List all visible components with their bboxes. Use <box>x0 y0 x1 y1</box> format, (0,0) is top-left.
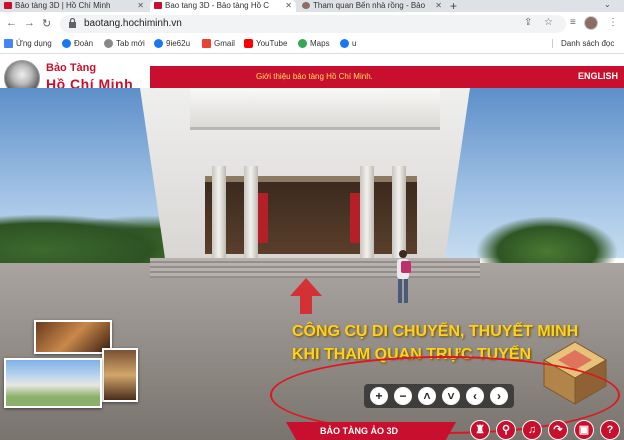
close-icon[interactable]: ✕ <box>435 0 442 12</box>
move-up-button[interactable]: ˄ <box>418 387 436 405</box>
tab-3-label: Tham quan Bến nhà rồng - Bảo <box>313 1 426 10</box>
column <box>392 166 406 258</box>
share-icon[interactable]: ↷ <box>548 420 568 440</box>
reading-list-icon[interactable]: ≡ <box>570 17 576 28</box>
navigation-controls: + − ˄ ˅ ‹ › <box>364 384 514 408</box>
menu-icon[interactable]: ⋮ <box>608 17 618 28</box>
lock-icon <box>69 18 76 28</box>
star-icon[interactable]: ☆ <box>544 17 553 28</box>
panorama-view[interactable]: CÔNG CỤ DI CHUYỂN, THUYẾT MINH KHI THAM … <box>0 88 624 440</box>
bookmark-u[interactable]: u <box>340 39 356 48</box>
tab-1-label: Bảo tàng 3D | Hồ Chí Minh <box>15 1 111 10</box>
move-down-button[interactable]: ˅ <box>442 387 460 405</box>
chevron-down-icon[interactable]: ⌄ <box>604 0 611 9</box>
tab-2[interactable]: Bao tang 3D - Bảo tàng Hồ C ✕ <box>150 0 296 12</box>
steps <box>150 258 480 278</box>
museum-entrance <box>205 176 417 254</box>
intro-link[interactable]: Giới thiệu bảo tàng Hồ Chí Minh. <box>256 72 373 81</box>
bookmark-label: YouTube <box>256 39 288 48</box>
close-icon[interactable]: ✕ <box>285 0 292 12</box>
reading-list[interactable]: Danh sách đọc <box>552 39 614 48</box>
tab-3[interactable]: Tham quan Bến nhà rồng - Bảo ✕ <box>298 0 446 12</box>
tab-strip: Bảo tàng 3D | Hồ Chí Minh ✕ Bao tang 3D … <box>0 0 624 13</box>
back-icon[interactable]: ← <box>6 17 17 29</box>
move-left-button[interactable]: ‹ <box>466 387 484 405</box>
apps-grid-icon <box>4 39 13 48</box>
url-text: baotang.hochiminh.vn <box>84 18 182 29</box>
column <box>360 166 374 258</box>
bookmark-label: Gmail <box>214 39 235 48</box>
tab-2-label: Bao tang 3D - Bảo tàng Hồ C <box>165 1 270 10</box>
museum-canopy <box>190 88 440 130</box>
link-icon[interactable]: ⚲ <box>496 420 516 440</box>
bookmark-9ie62u[interactable]: 9ie62u <box>154 39 190 48</box>
bookmark-label: 9ie62u <box>166 39 191 48</box>
zoom-out-button[interactable]: − <box>394 387 412 405</box>
promo-line1: CÔNG CỤ DI CHUYỂN, THUYẾT MINH <box>292 323 579 340</box>
forward-icon[interactable]: → <box>24 17 35 29</box>
logo-line1[interactable]: Bảo Tàng <box>46 62 96 74</box>
globe-icon <box>104 39 113 48</box>
bookmark-tab-moi[interactable]: Tab mới <box>104 39 145 48</box>
column <box>244 166 258 258</box>
facebook-icon <box>154 39 163 48</box>
facebook-icon <box>62 39 71 48</box>
zoom-in-button[interactable]: + <box>370 387 388 405</box>
fullscreen-icon[interactable]: ▣ <box>574 420 594 440</box>
red-banner <box>350 193 360 243</box>
avatar[interactable] <box>584 16 598 30</box>
visitor-figure <box>397 250 411 303</box>
bottom-toolbar: BẢO TÀNG ẢO 3D ♜ ⚲ ♫ ↷ ▣ ? <box>0 418 624 440</box>
music-icon[interactable]: ♫ <box>522 420 542 440</box>
thumbnail-interior[interactable] <box>34 320 112 354</box>
tab-1[interactable]: Bảo tàng 3D | Hồ Chí Minh ✕ <box>0 0 148 12</box>
site-favicon-icon <box>302 2 310 9</box>
bookmark-maps[interactable]: Maps <box>298 39 330 48</box>
narration-icon[interactable]: ♜ <box>470 420 490 440</box>
reload-icon[interactable]: ↻ <box>42 17 51 30</box>
share-icon[interactable]: ⇪ <box>524 17 532 28</box>
help-icon[interactable]: ? <box>600 420 620 440</box>
toolbar: ← → ↻ baotang.hochiminh.vn ⇪ ☆ ≡ ⋮ <box>0 12 624 36</box>
bookmark-doan[interactable]: Đoàn <box>62 39 93 48</box>
trees-right <box>470 213 624 268</box>
bookmark-label: Đoàn <box>74 39 94 48</box>
youtube-icon <box>244 39 253 48</box>
bookmark-label: Tab mới <box>116 39 145 48</box>
site-favicon-icon <box>154 2 162 9</box>
maps-icon <box>298 39 307 48</box>
bookmark-youtube[interactable]: YouTube <box>244 39 287 48</box>
close-icon[interactable]: ✕ <box>137 0 144 12</box>
bookmark-gmail[interactable]: Gmail <box>202 39 235 48</box>
english-link[interactable]: ENGLISH <box>578 71 618 81</box>
site-favicon-icon <box>4 2 12 9</box>
facebook-icon <box>340 39 349 48</box>
thumbnail-exhibit[interactable] <box>102 348 138 402</box>
bookmark-label: u <box>352 39 357 48</box>
browser-window: Bảo tàng 3D | Hồ Chí Minh ✕ Bao tang 3D … <box>0 0 624 440</box>
column <box>212 166 226 258</box>
bookmarks-bar: Ứng dụng Đoàn Tab mới 9ie62u Gmail YouTu… <box>0 36 624 54</box>
bookmark-label: Ứng dụng <box>16 39 52 48</box>
bookmark-label: Maps <box>310 39 330 48</box>
thumbnail-exterior[interactable] <box>4 358 102 408</box>
red-banner <box>258 193 268 243</box>
gmail-icon <box>202 39 211 48</box>
address-bar[interactable]: baotang.hochiminh.vn ⇪ ☆ <box>60 15 566 33</box>
virtual-museum-label: BẢO TÀNG ẢO 3D <box>286 422 456 440</box>
move-right-button[interactable]: › <box>490 387 508 405</box>
bookmark-apps[interactable]: Ứng dụng <box>4 39 52 48</box>
header-redbar: Giới thiệu bảo tàng Hồ Chí Minh. ENGLISH <box>150 66 624 88</box>
move-forward-arrow-icon[interactable] <box>288 276 324 316</box>
